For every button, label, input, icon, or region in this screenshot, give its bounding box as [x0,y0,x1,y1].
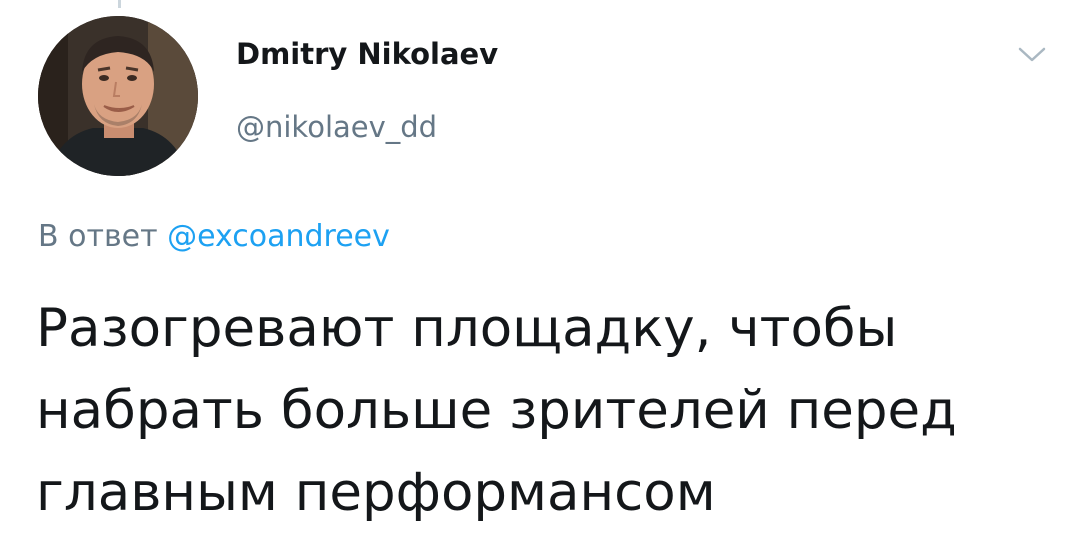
tweet-text-line: главным перформансом [36,462,716,523]
author-avatar[interactable] [38,16,198,176]
tweet-body: Разогревают площадку, чтобы набрать боль… [36,288,1056,534]
reply-mention-link[interactable]: @excoandreev [167,219,390,254]
tweet-menu-button[interactable] [1017,44,1047,66]
author-handle[interactable]: @nikolaev_dd [236,113,437,142]
thread-connector-line [118,0,121,8]
chevron-down-icon [1018,47,1046,62]
avatar-photo [38,16,198,176]
tweet-text-line: набрать больше зрителей перед [36,380,957,441]
reply-context: В ответ @excoandreev [38,222,390,252]
tweet-text-line: Разогревают площадку, чтобы [36,298,898,359]
reply-prefix: В ответ [38,219,158,254]
author-display-name[interactable]: Dmitry Nikolaev [236,40,498,69]
